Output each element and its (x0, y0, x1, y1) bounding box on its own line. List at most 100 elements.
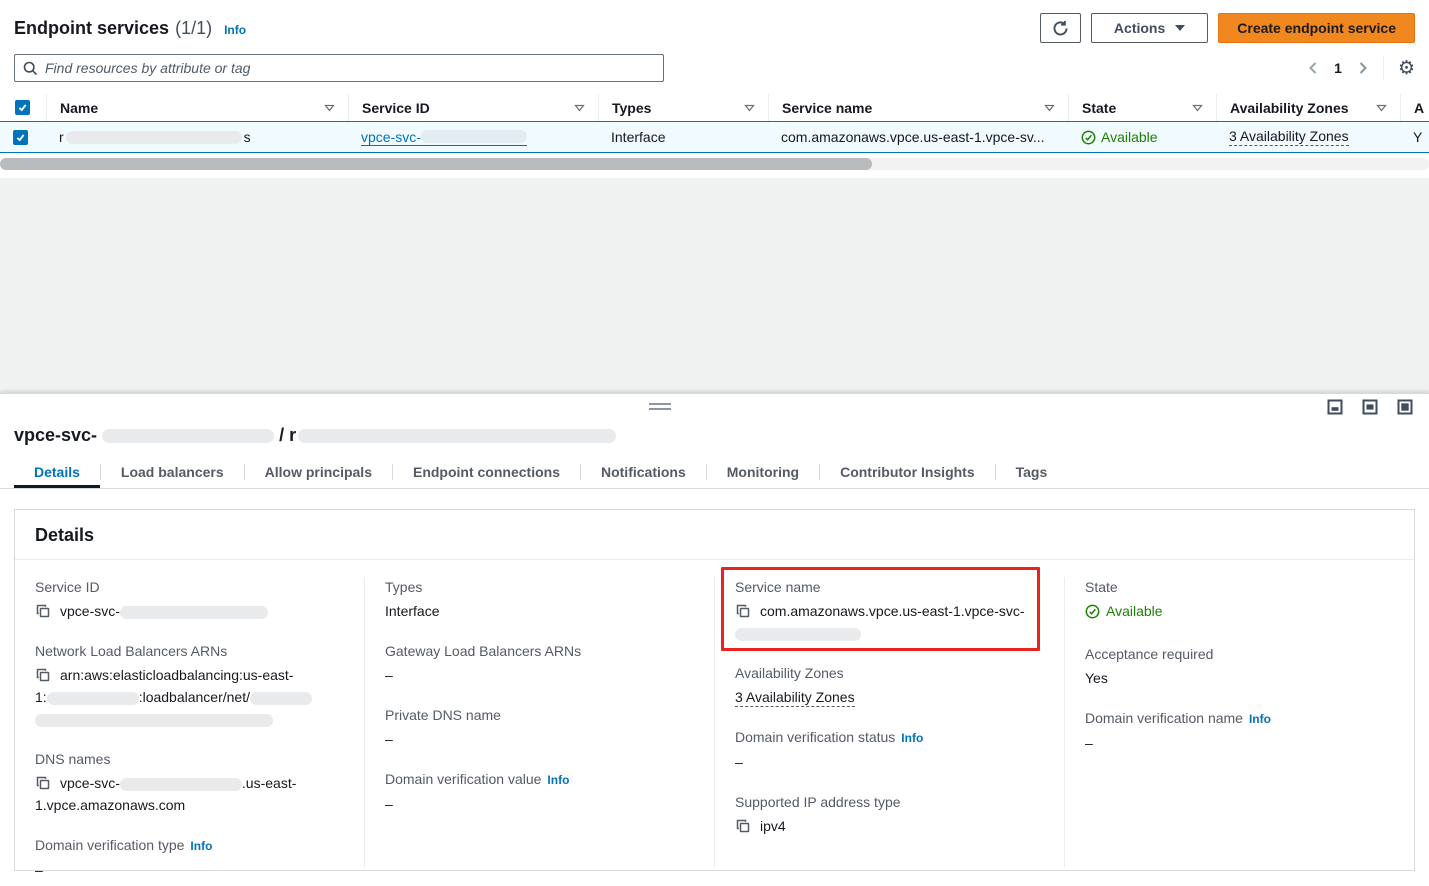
sort-triangle-icon[interactable] (324, 104, 335, 112)
field-label: Service name (735, 577, 1044, 597)
field-label: Network Load Balancers ARNs (35, 641, 344, 661)
field-label: Private DNS name (385, 705, 694, 725)
refresh-button[interactable] (1040, 13, 1081, 43)
actions-button[interactable]: Actions (1091, 13, 1208, 43)
refresh-icon (1052, 20, 1069, 37)
column-header-service-name[interactable]: Service name (768, 94, 1068, 121)
column-header-acceptance[interactable]: A (1400, 94, 1429, 121)
redacted-text (250, 692, 312, 705)
table-row-endpoint-service[interactable]: rs vpce-svc- Interface com.amazonaws.vpc… (0, 121, 1429, 153)
field-acceptance-required: Acceptance required Yes (1085, 644, 1394, 689)
field-value: Interface (385, 600, 694, 622)
create-endpoint-service-button[interactable]: Create endpoint service (1218, 13, 1415, 43)
search-input[interactable] (45, 60, 655, 76)
field-label: DNS names (35, 749, 344, 769)
field-label: Domain verification value (385, 769, 541, 789)
service-id-link[interactable]: vpce-svc- (361, 129, 527, 146)
row-select-cell (0, 122, 46, 152)
tab-allow-principals[interactable]: Allow principals (245, 459, 392, 488)
actions-button-label: Actions (1114, 20, 1165, 36)
search-icon (23, 61, 38, 76)
split-panel-drag-handle[interactable] (649, 403, 671, 410)
sort-triangle-icon[interactable] (1044, 104, 1055, 112)
tab-monitoring[interactable]: Monitoring (707, 459, 819, 488)
row-name-cell: rs (46, 122, 348, 152)
copy-icon[interactable] (35, 603, 51, 619)
panel-position-bottom-icon[interactable] (1327, 399, 1343, 415)
availability-zones-popover-trigger[interactable]: 3 Availability Zones (1229, 128, 1349, 146)
panel-position-full-icon[interactable] (1397, 399, 1413, 415)
sort-triangle-icon[interactable] (1192, 104, 1203, 112)
redacted-text (735, 628, 861, 641)
row-checkbox[interactable] (13, 130, 28, 145)
page-title: Endpoint services (1/1) Info (14, 18, 246, 39)
details-column-3: Service name com.amazonaws.vpce.us-east-… (715, 577, 1065, 867)
info-link[interactable]: Info (901, 728, 923, 748)
toolbar-divider (1383, 56, 1384, 80)
copy-icon[interactable] (35, 775, 51, 791)
panel-position-center-icon[interactable] (1362, 399, 1378, 415)
field-label: Gateway Load Balancers ARNs (385, 641, 694, 661)
sort-triangle-icon[interactable] (744, 104, 755, 112)
field-value: Yes (1085, 667, 1394, 689)
field-value: – (385, 793, 694, 815)
redacted-text (120, 606, 268, 619)
copy-icon[interactable] (35, 667, 51, 683)
info-link[interactable]: Info (190, 836, 212, 856)
field-label: Supported IP address type (735, 792, 1044, 812)
pagination-prev-button[interactable] (1305, 58, 1321, 78)
copy-icon[interactable] (735, 603, 751, 619)
sort-triangle-icon[interactable] (1376, 104, 1387, 112)
table-header-row: Name Service ID Types (0, 94, 1429, 121)
tab-load-balancers[interactable]: Load balancers (101, 459, 244, 488)
field-label: Types (385, 577, 694, 597)
tab-notifications[interactable]: Notifications (581, 459, 706, 488)
page-header: Endpoint services (1/1) Info Actions (14, 12, 1415, 44)
search-box[interactable] (14, 54, 664, 82)
column-header-state[interactable]: State (1068, 94, 1216, 121)
field-label: Domain verification type (35, 835, 184, 855)
field-value: vpce-svc- (35, 600, 344, 622)
redacted-text (66, 131, 242, 144)
status-available: Available (1085, 600, 1163, 622)
pagination: 1 ⚙ (1305, 56, 1415, 80)
field-label: Availability Zones (735, 663, 1044, 683)
column-header-types[interactable]: Types (598, 94, 768, 121)
availability-zones-popover-trigger[interactable]: 3 Availability Zones (735, 689, 855, 707)
pagination-next-button[interactable] (1355, 58, 1371, 78)
column-header-name[interactable]: Name (46, 94, 348, 121)
details-column-2: Types Interface Gateway Load Balancers A… (365, 577, 715, 867)
sort-triangle-icon[interactable] (574, 104, 585, 112)
field-supported-ip-address-type: Supported IP address type ipv4 (735, 792, 1044, 837)
column-header-service-id[interactable]: Service ID (348, 94, 598, 121)
field-value: arn:aws:elasticloadbalancing:us-east- 1:… (35, 664, 344, 730)
redacted-text (35, 714, 273, 727)
tab-endpoint-connections[interactable]: Endpoint connections (393, 459, 580, 488)
pagination-current-page[interactable]: 1 (1325, 60, 1351, 76)
column-header-availability-zones[interactable]: Availability Zones (1216, 94, 1400, 121)
field-service-name: Service name com.amazonaws.vpce.us-east-… (735, 577, 1044, 644)
field-dns-names: DNS names vpce-svc-.us-east- 1.vpce.amaz… (35, 749, 344, 816)
copy-icon[interactable] (735, 818, 751, 834)
field-domain-verification-type: Domain verification type Info – (35, 835, 344, 881)
horizontal-scrollbar-thumb[interactable] (0, 158, 872, 170)
tab-tags[interactable]: Tags (996, 459, 1068, 488)
tab-details[interactable]: Details (14, 459, 100, 488)
row-availability-zones-cell: 3 Availability Zones (1216, 122, 1400, 152)
header-actions: Actions Create endpoint service (1040, 13, 1415, 43)
tab-contributor-insights[interactable]: Contributor Insights (820, 459, 995, 488)
info-link[interactable]: Info (547, 770, 569, 790)
table-toolbar: 1 ⚙ (14, 54, 1415, 82)
preferences-gear-icon[interactable]: ⚙ (1398, 59, 1415, 78)
field-value: com.amazonaws.vpce.us-east-1.vpce-svc- (735, 600, 1044, 644)
field-label: Acceptance required (1085, 644, 1394, 664)
redacted-text (102, 429, 274, 443)
field-types: Types Interface (385, 577, 694, 622)
field-network-load-balancers-arns: Network Load Balancers ARNs arn:aws:elas… (35, 641, 344, 730)
horizontal-scrollbar[interactable] (0, 158, 1429, 170)
field-label: Domain verification name (1085, 708, 1243, 728)
field-private-dns-name: Private DNS name – (385, 705, 694, 750)
page-info-link[interactable]: Info (224, 23, 246, 37)
info-link[interactable]: Info (1249, 709, 1271, 729)
select-all-checkbox[interactable] (15, 100, 30, 115)
